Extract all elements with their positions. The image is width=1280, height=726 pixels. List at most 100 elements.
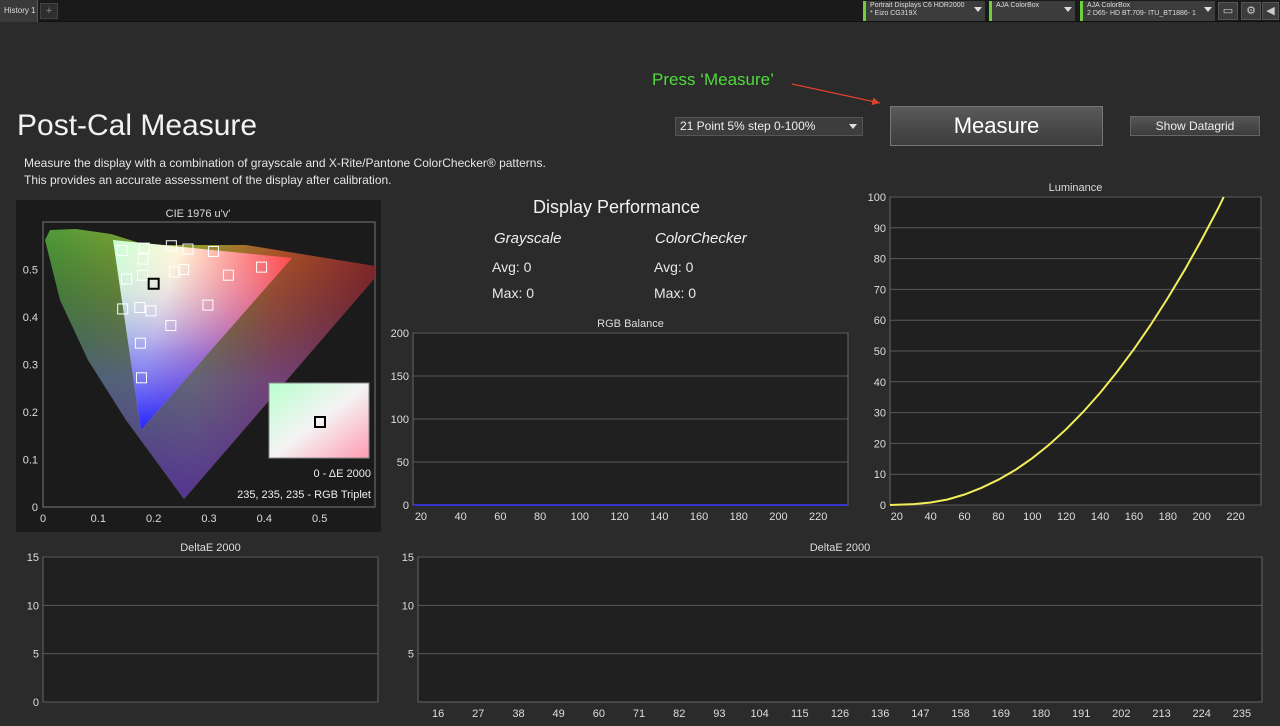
top-toolbar: History 1 + Portrait Displays C6 HDR2000… (0, 0, 1280, 22)
cie-x-tick-label: 0.5 (312, 513, 327, 525)
de_large-x-tick-label: 191 (1072, 708, 1090, 720)
lum-x-tick-label: 60 (958, 511, 970, 523)
de_large-x-tick-label: 60 (593, 708, 605, 720)
lum-y-tick-label: 10 (874, 469, 886, 481)
pattern-set-select[interactable]: 21 Point 5% step 0-100% (675, 117, 863, 136)
grayscale-avg: Avg: 0 (492, 259, 532, 275)
rgb-x-tick-label: 100 (571, 511, 589, 523)
cie-y-tick-label: 0 (32, 502, 38, 514)
de_large-y-tick-label: 10 (402, 600, 414, 612)
add-tab-button[interactable]: + (40, 3, 58, 19)
lum-x-tick-label: 180 (1159, 511, 1177, 523)
lum-y-tick-label: 70 (874, 284, 886, 296)
de_large-x-tick-label: 147 (911, 708, 929, 720)
de_large-x-tick-label: 126 (831, 708, 849, 720)
selected-patch-swatch[interactable] (268, 382, 370, 459)
display-icon[interactable]: ▭ (1218, 2, 1238, 20)
de_large-x-tick-label: 136 (871, 708, 889, 720)
measure-button[interactable]: Measure (890, 106, 1103, 146)
lum-y-tick-label: 0 (880, 500, 886, 512)
de_large-plot-frame (417, 556, 1263, 703)
display-performance-title: Display Performance (533, 197, 701, 217)
grayscale-max: Max: 0 (492, 285, 535, 301)
de_large-x-tick-label: 49 (553, 708, 565, 720)
lum-title: Luminance (1049, 182, 1103, 194)
chevron-down-icon (849, 124, 857, 129)
device-lut-box-name: AJA ColorBox (1087, 2, 1131, 9)
rgb-x-tick-label: 80 (534, 511, 546, 523)
cie-y-tick-label: 0.3 (23, 360, 38, 372)
lum-y-tick-label: 60 (874, 315, 886, 327)
lum-y-tick-label: 80 (874, 254, 886, 266)
grayscale-heading: Grayscale (494, 230, 562, 247)
press-measure-annotation: Press ‘Measure’ (652, 70, 774, 89)
rgb-x-tick-label: 20 (415, 511, 427, 523)
rgb-triplet-label: 235, 235, 235 - RGB Triplet (237, 489, 371, 501)
rgb-y-tick-label: 50 (397, 457, 409, 469)
rgb-y-tick-label: 0 (403, 500, 409, 512)
de_large-x-tick-label: 235 (1233, 708, 1251, 720)
de_large-x-tick-label: 16 (432, 708, 444, 720)
page-description: Measure the display with a combination o… (24, 155, 546, 189)
device-probe-select[interactable]: Portrait Displays C6 HDR2000 * Eizo CG31… (863, 1, 985, 21)
cie-x-tick-label: 0 (40, 513, 46, 525)
de_large-y-tick-label: 5 (408, 649, 414, 661)
lum-y-tick-label: 30 (874, 408, 886, 420)
de_small-y-tick-label: 0 (33, 697, 39, 709)
rgb-x-tick-label: 200 (769, 511, 787, 523)
show-datagrid-button[interactable]: Show Datagrid (1130, 116, 1260, 136)
lum-y-tick-label: 100 (868, 192, 886, 204)
colorchecker-max: Max: 0 (654, 285, 697, 301)
de_large-x-tick-label: 169 (992, 708, 1010, 720)
de_small-y-tick-label: 15 (27, 552, 39, 564)
cie-y-tick-label: 0.4 (23, 312, 38, 324)
cie-y-tick-label: 0.2 (23, 407, 38, 419)
cie-x-tick-label: 0.1 (91, 513, 106, 525)
device-pattern-generator-select[interactable]: AJA ColorBox (989, 1, 1075, 21)
device-lut-box-detail: 2 D65- HD BT.709- ITU_BT1886- 1 (1087, 10, 1196, 17)
chevron-down-icon (1064, 7, 1072, 12)
de_large-x-tick-label: 202 (1112, 708, 1130, 720)
de_small-title: DeltaE 2000 (180, 542, 241, 554)
de_small-y-tick-label: 5 (33, 649, 39, 661)
page-description-line-2: This provides an accurate assessment of … (24, 173, 392, 187)
de_large-x-tick-label: 180 (1032, 708, 1050, 720)
cie-chart-title: CIE 1976 u'v' (166, 208, 231, 220)
cie-y-tick-label: 0.1 (23, 455, 38, 467)
de_small-y-tick-label: 10 (27, 600, 39, 612)
rgb-y-tick-label: 200 (391, 328, 409, 340)
cie-x-tick-label: 0.2 (146, 513, 161, 525)
rgb-x-tick-label: 160 (690, 511, 708, 523)
de_large-x-tick-label: 224 (1193, 708, 1211, 720)
device-lut-box-select[interactable]: AJA ColorBox 2 D65- HD BT.709- ITU_BT188… (1080, 1, 1215, 21)
lum-y-tick-label: 20 (874, 438, 886, 450)
rgb-x-tick-label: 40 (455, 511, 467, 523)
cie-x-tick-label: 0.4 (257, 513, 272, 525)
collapse-arrow-icon[interactable]: ◀ (1262, 2, 1279, 20)
lum-x-tick-label: 100 (1023, 511, 1041, 523)
de_large-x-tick-label: 158 (951, 708, 969, 720)
de_large-x-tick-label: 115 (791, 708, 809, 720)
lum-y-tick-label: 40 (874, 377, 886, 389)
lum-y-tick-label: 90 (874, 223, 886, 235)
de_large-x-tick-label: 38 (512, 708, 524, 720)
lum-x-tick-label: 20 (891, 511, 903, 523)
lum-x-tick-label: 120 (1057, 511, 1075, 523)
tab-history-1[interactable]: History 1 (0, 0, 38, 22)
gear-icon[interactable]: ⚙ (1241, 2, 1261, 20)
de_large-y-tick-label: 15 (402, 552, 414, 564)
de_large-x-tick-label: 71 (633, 708, 645, 720)
rgb-x-tick-label: 140 (650, 511, 668, 523)
rgb-x-tick-label: 120 (610, 511, 628, 523)
lum-x-tick-label: 80 (992, 511, 1004, 523)
de_large-x-tick-label: 104 (750, 708, 768, 720)
lum-x-tick-label: 200 (1193, 511, 1211, 523)
de_large-title: DeltaE 2000 (810, 542, 871, 554)
rgb-y-tick-label: 150 (391, 371, 409, 383)
cie-plot-area (42, 221, 376, 508)
rgb-y-tick-label: 100 (391, 414, 409, 426)
rgb-x-tick-label: 180 (730, 511, 748, 523)
cie-chart: CIE 1976 u'v' 0 0.1 0.2 0.3 0.4 0.5 0 0.1 0.2 0.3… (23, 208, 376, 525)
page-title: Post-Cal Measure (17, 109, 258, 142)
page-description-line-1: Measure the display with a combination o… (24, 156, 546, 170)
